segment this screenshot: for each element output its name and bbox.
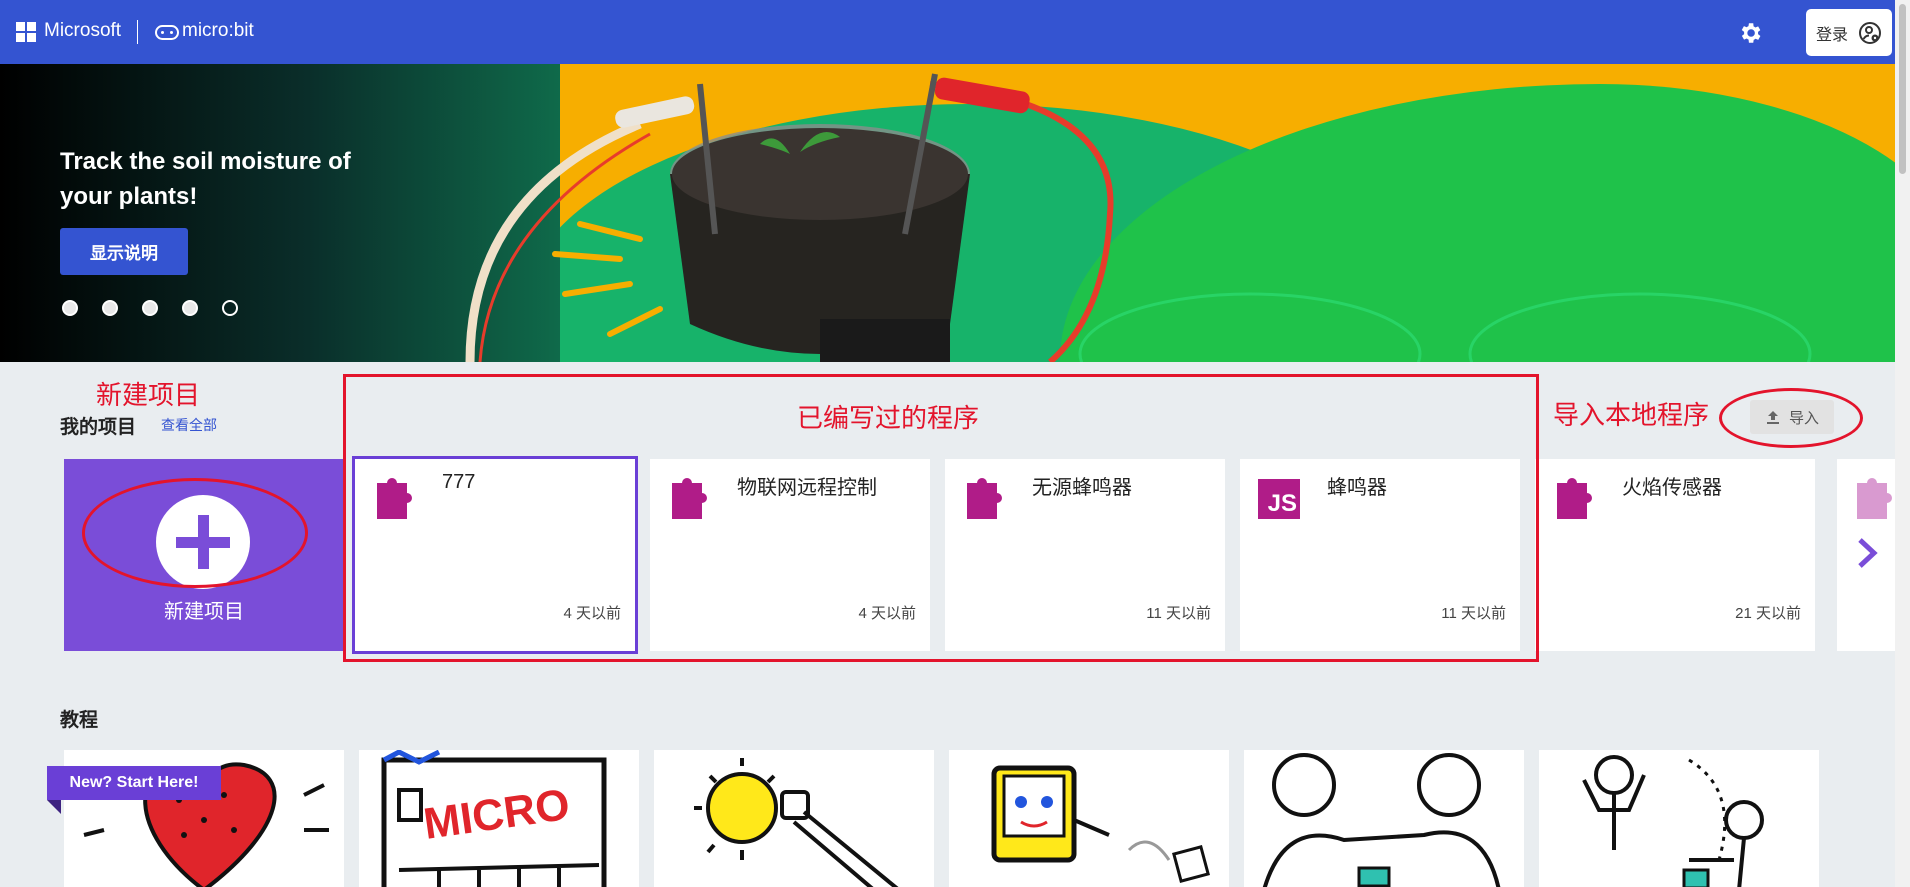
micro-bit-drawing: MICRO [381, 750, 607, 887]
microsoft-brand[interactable]: Microsoft [44, 20, 121, 42]
sun-button-drawing [694, 758, 899, 887]
account-settings-icon [1859, 22, 1881, 44]
tutorial-card[interactable] [1539, 750, 1819, 887]
tutorial-card[interactable]: MICRO [359, 750, 639, 887]
annotation-circle-import [1719, 388, 1863, 448]
microsoft-logo-icon [16, 22, 36, 42]
microbit-brand[interactable]: micro:bit [182, 20, 254, 42]
chevron-right-icon[interactable] [1855, 537, 1879, 569]
carousel-dot[interactable] [102, 300, 118, 316]
annotation-circle-new [82, 478, 308, 588]
puzzle-icon [1857, 478, 1892, 519]
scrollbar-thumb[interactable] [1899, 4, 1906, 174]
tutorial-card[interactable] [949, 750, 1229, 887]
annotation-import-local: 导入本地程序 [1553, 400, 1710, 430]
header-divider [137, 20, 138, 44]
tutorial-card[interactable] [654, 750, 934, 887]
puzzle-icon [1557, 478, 1592, 519]
page: Microsoft micro:bit 登录 Track the soil mo… [0, 0, 1910, 887]
login-label: 登录 [1816, 26, 1849, 44]
hero-title: Track the soil moisture of your plants! [60, 148, 351, 210]
vertical-scrollbar[interactable] [1895, 0, 1910, 887]
carousel-dot-active[interactable] [222, 300, 238, 316]
kids-playing-drawing [1262, 753, 1501, 887]
annotation-new-project: 新建项目 [96, 380, 201, 410]
microbit-logo-icon [155, 25, 179, 40]
tutorial-card[interactable] [1244, 750, 1524, 887]
gear-icon[interactable] [1737, 20, 1763, 46]
annotation-box-programs [343, 374, 1539, 662]
carousel-dot[interactable] [182, 300, 198, 316]
project-card[interactable]: 火焰传感器 21 天以前 [1535, 459, 1815, 651]
project-name: 火焰传感器 [1622, 477, 1722, 499]
carousel-dot[interactable] [142, 300, 158, 316]
view-all-link[interactable]: 查看全部 [161, 415, 217, 435]
carousel-dots [62, 300, 238, 316]
my-projects-title: 我的项目 [60, 417, 137, 438]
show-instructions-button[interactable]: 显示说明 [60, 228, 188, 275]
hero-carousel: Track the soil moisture of your plants! … [0, 64, 1895, 362]
top-bar: Microsoft micro:bit 登录 [0, 0, 1895, 64]
project-time: 21 天以前 [1735, 605, 1801, 622]
people-waving-drawing [1582, 755, 1764, 887]
tutorials-title: 教程 [60, 710, 99, 731]
carousel-dot[interactable] [62, 300, 78, 316]
new-project-label: 新建项目 [164, 601, 244, 623]
new-start-here-badge[interactable]: New? Start Here! [47, 766, 221, 814]
robot-dice-drawing [991, 765, 1210, 883]
login-button[interactable]: 登录 [1806, 9, 1892, 56]
